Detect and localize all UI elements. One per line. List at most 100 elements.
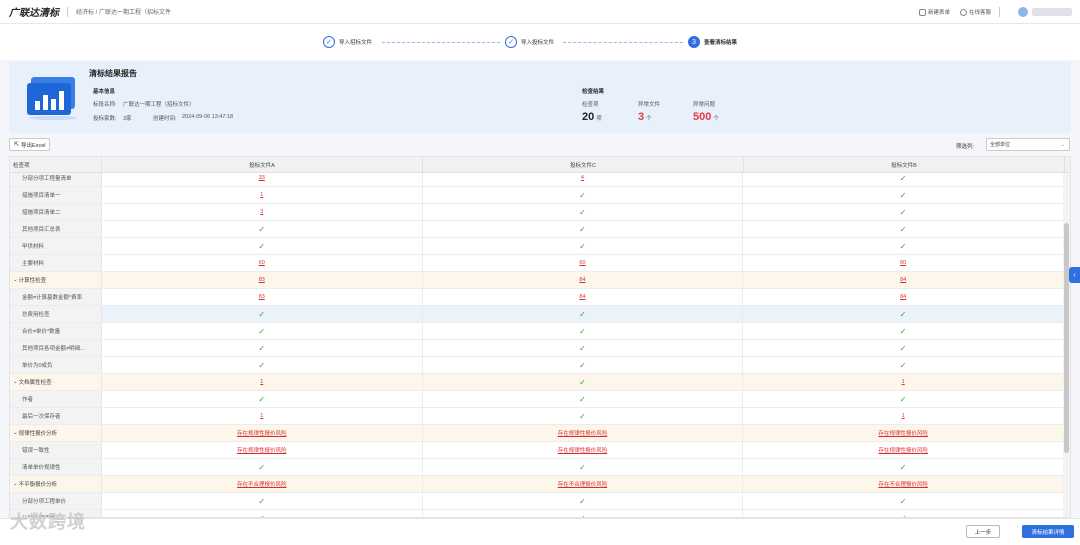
issue-count-link[interactable]: 83 xyxy=(259,294,265,300)
issue-count-link[interactable]: 3 xyxy=(260,209,263,215)
table-group-row[interactable]: ⌄ 不平衡报价分析 存在不合理报价风险 存在不合理报价风险 存在不合理报价风险 xyxy=(10,476,1064,493)
table-row[interactable]: 分部分项工程单价 ✓ ✓ ✓ xyxy=(10,493,1064,510)
table-cell: 存在规律性报价风险 xyxy=(423,425,744,441)
username-placeholder[interactable] xyxy=(1032,8,1072,16)
check-icon: ✓ xyxy=(258,394,266,404)
table-row[interactable]: 作者 ✓ ✓ ✓ xyxy=(10,391,1064,408)
check-icon: ✓ xyxy=(579,377,586,387)
issue-count-link[interactable]: 84 xyxy=(579,277,585,283)
check-icon: ✓ xyxy=(899,241,907,251)
table-scrollbar[interactable] xyxy=(1063,173,1070,517)
table-row[interactable]: 错误一致性 存在规律性报价风险 存在规律性报价风险 存在规律性报价风险 xyxy=(10,442,1064,459)
chevron-down-icon: ⌄ xyxy=(1060,142,1065,148)
avatar[interactable] xyxy=(1018,7,1028,17)
step-2[interactable]: ✓ 导入投标文件 xyxy=(505,36,554,48)
table-cell: 60 xyxy=(423,255,744,271)
issue-count-link[interactable]: 4 xyxy=(581,175,584,181)
table-header: 检查项 投标文件A 投标文件C 投标文件B xyxy=(10,157,1070,173)
risk-text[interactable]: 存在不合理报价风险 xyxy=(237,480,287,488)
risk-text[interactable]: 存在规律性报价风险 xyxy=(558,429,608,437)
row-label: 作者 xyxy=(22,397,34,403)
row-label: 最后一次保存者 xyxy=(22,414,61,420)
table-row[interactable]: 最后一次保存者 1 ✓ 1 xyxy=(10,408,1064,425)
table-cell: ✓ xyxy=(102,238,423,254)
risk-text[interactable]: 存在规律性报价风险 xyxy=(237,429,287,437)
chevron-down-icon[interactable]: ⌄ xyxy=(13,277,18,283)
brand-logo[interactable]: 广联达清标 xyxy=(9,4,59,19)
side-collapse-tab[interactable]: ‹ xyxy=(1069,267,1080,283)
chevron-down-icon[interactable]: ⌄ xyxy=(13,481,18,487)
row-label: 错误一致性 xyxy=(22,448,50,454)
issue-count-link[interactable]: 1 xyxy=(902,413,905,419)
table-row[interactable]: 单价为0或负 ✓ ✓ ✓ xyxy=(10,357,1064,374)
table-cell: 1 xyxy=(743,408,1064,424)
table-row[interactable]: 措施项目清单一 1 ✓ ✓ xyxy=(10,187,1064,204)
filter-select[interactable]: 全部单位 ⌄ xyxy=(986,138,1070,151)
step-3[interactable]: 3 查看清标结果 xyxy=(688,36,737,48)
step-1[interactable]: ✓ 导入招标文件 xyxy=(323,36,372,48)
table-group-row[interactable]: ⌄ 计算性检查 83 84 84 xyxy=(10,272,1064,289)
risk-text[interactable]: 存在不合理报价风险 xyxy=(558,480,608,488)
chevron-down-icon[interactable]: ⌄ xyxy=(13,379,18,385)
check-icon: ✓ xyxy=(899,360,907,370)
abnormal-files-value[interactable]: 3个 xyxy=(638,111,652,123)
table-group-row[interactable]: ⌄ 文档属性检查 1 ✓ 1 xyxy=(10,374,1064,391)
export-excel-button[interactable]: ⇱ 导出Excel xyxy=(9,138,51,151)
result-detail-button[interactable]: 清标结果详情 xyxy=(1022,525,1074,538)
row-check-item[interactable]: ⌄ 计算性检查 xyxy=(10,272,102,288)
issue-count-link[interactable]: 83 xyxy=(259,277,265,283)
table-cell: ✓ xyxy=(423,221,744,237)
table-row[interactable]: 分部分项清单...✓✓✓ xyxy=(10,510,1064,517)
row-check-item[interactable]: ⌄ 不平衡报价分析 xyxy=(10,476,102,492)
online-service-button[interactable]: 在线客服 xyxy=(959,8,991,16)
check-icon: ✓ xyxy=(579,360,586,370)
issue-count-link[interactable]: 1 xyxy=(260,192,263,198)
issue-count-link[interactable]: 60 xyxy=(900,260,906,266)
table-cell: ✓ xyxy=(102,323,423,339)
table-group-row[interactable]: ⌄ 规律性报价分析 存在规律性报价风险 存在规律性报价风险 存在规律性报价风险 xyxy=(10,425,1064,442)
table-cell: 60 xyxy=(102,255,423,271)
chevron-down-icon[interactable]: ⌄ xyxy=(13,430,18,436)
row-check-item[interactable]: ⌄ 文档属性检查 xyxy=(10,374,102,390)
table-row[interactable]: 总费用检查 ✓ ✓ ✓ xyxy=(10,306,1064,323)
issue-count-link[interactable]: 1 xyxy=(260,413,263,419)
table-row[interactable]: 甲供材料 ✓ ✓ ✓ xyxy=(10,238,1064,255)
table-row[interactable]: 金额≠计算基数金额*费率 83 84 84 xyxy=(10,289,1064,306)
table-row[interactable]: 措施项目清单二 3 ✓ ✓ xyxy=(10,204,1064,221)
breadcrumb[interactable]: 经济标 / 广联达一期工程（招标文件 xyxy=(76,7,171,16)
issue-count-link[interactable]: 33 xyxy=(259,175,265,181)
risk-text[interactable]: 存在规律性报价风险 xyxy=(558,446,608,454)
table-cell: 84 xyxy=(423,289,744,305)
col-file-a: 投标文件A xyxy=(102,157,423,172)
new-form-button[interactable]: 新建表单 xyxy=(918,8,950,16)
check-icon: ✓ xyxy=(258,343,266,353)
table-cell: ✓ xyxy=(423,187,744,203)
issue-count-link[interactable]: 60 xyxy=(579,260,585,266)
risk-text[interactable]: 存在规律性报价风险 xyxy=(878,446,928,454)
footer-bar: 上一步 清标结果详情 xyxy=(0,518,1080,545)
risk-text[interactable]: 存在规律性报价风险 xyxy=(237,446,287,454)
table-cell: 存在不合理报价风险 xyxy=(102,476,423,492)
issue-count-link[interactable]: 84 xyxy=(579,294,585,300)
table-row[interactable]: 其他项目各项金额≠明细... ✓ ✓ ✓ xyxy=(10,340,1064,357)
table-row[interactable]: 主要材料 60 60 60 xyxy=(10,255,1064,272)
table-row[interactable]: 合价≠单价*数量 ✓ ✓ ✓ xyxy=(10,323,1064,340)
row-check-item[interactable]: ⌄ 规律性报价分析 xyxy=(10,425,102,441)
issue-count-link[interactable]: 84 xyxy=(900,294,906,300)
check-icon: ✓ xyxy=(579,309,586,319)
basic-info-label: 基本信息 xyxy=(93,89,116,95)
risk-text[interactable]: 存在不合理报价风险 xyxy=(878,480,928,488)
stepper: ✓ 导入招标文件 ✓ 导入投标文件 3 查看清标结果 xyxy=(0,24,1080,60)
issue-count-link[interactable]: 84 xyxy=(900,277,906,283)
issue-count-link[interactable]: 60 xyxy=(259,260,265,266)
scrollbar-thumb[interactable] xyxy=(1064,223,1069,453)
issue-count-link[interactable]: 1 xyxy=(902,379,905,385)
table-row[interactable]: 其他项目汇总表 ✓ ✓ ✓ xyxy=(10,221,1064,238)
table-cell: 存在规律性报价风险 xyxy=(743,425,1064,441)
issue-count-link[interactable]: 1 xyxy=(260,379,263,385)
risk-text[interactable]: 存在规律性报价风险 xyxy=(878,429,928,437)
prev-step-button[interactable]: 上一步 xyxy=(966,525,1000,538)
table-row[interactable]: 清单单价规律性 ✓ ✓ ✓ xyxy=(10,459,1064,476)
abnormal-issues-value[interactable]: 500 个 xyxy=(693,111,719,123)
table-body: 分部分项工程量清单 33 4 ✓ 措施项目清单一 1 ✓ ✓ 措施项目清单二 3 ✓ ✓ 其他项目汇总表… xyxy=(10,170,1064,517)
